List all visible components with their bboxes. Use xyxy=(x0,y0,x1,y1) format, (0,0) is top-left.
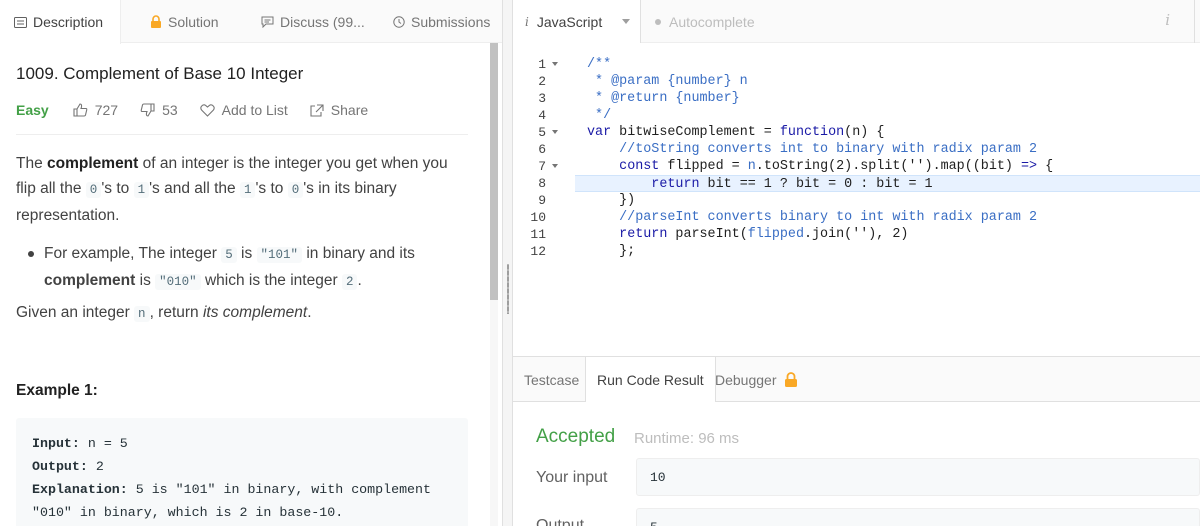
thumbs-down-icon xyxy=(140,103,155,117)
your-input-label: Your input xyxy=(536,469,608,486)
line-number: 3 xyxy=(538,91,546,106)
like-count: 727 xyxy=(94,102,119,118)
example-block: Input: n = 5 Output: 2 Explanation: 5 is… xyxy=(16,418,468,526)
autocomplete-label: Autocomplete xyxy=(669,13,755,30)
problem-description: 1009. Complement of Base 10 Integer Easy… xyxy=(0,43,490,526)
fold-arrow-icon[interactable] xyxy=(552,164,558,168)
code-lines[interactable]: /** * @param {number} n * @return {numbe… xyxy=(575,56,1200,260)
toolbar-divider xyxy=(1194,0,1200,43)
line-number: 11 xyxy=(530,227,546,242)
lock-icon xyxy=(150,15,162,28)
share-icon xyxy=(310,103,324,117)
tab-testcase-label: Testcase xyxy=(524,371,580,388)
problem-pane: Description Solution Discuss (99... Subm… xyxy=(0,0,502,526)
chevron-down-icon xyxy=(622,19,630,24)
code-line[interactable]: //parseInt converts binary to int with r… xyxy=(587,209,1200,226)
line-number: 9 xyxy=(538,193,546,208)
heart-icon xyxy=(199,103,215,117)
info-button-icon[interactable]: i xyxy=(1165,11,1170,29)
code-line[interactable]: /** xyxy=(587,56,1200,73)
code-line[interactable]: return parseInt(flipped.join(''), 2) xyxy=(587,226,1200,243)
output-label: Output xyxy=(536,517,585,526)
lock-icon xyxy=(784,372,798,387)
tab-submissions[interactable]: Submissions xyxy=(393,0,490,43)
problem-meta: Easy 727 53 Add to List Share xyxy=(16,100,390,120)
code-line[interactable]: return bit == 1 ? bit = 0 : bit = 1 xyxy=(575,175,1200,192)
line-number: 2 xyxy=(538,74,546,89)
description-scrollbar-thumb[interactable] xyxy=(490,43,498,300)
language-select[interactable]: i JavaScript xyxy=(513,0,641,43)
line-number: 12 xyxy=(530,244,546,259)
code-line[interactable]: //toString converts int to binary with r… xyxy=(587,141,1200,158)
clock-icon xyxy=(393,15,405,28)
like-button[interactable]: 727 xyxy=(73,102,118,118)
discuss-icon xyxy=(261,16,274,28)
line-number: 5 xyxy=(513,124,573,141)
tab-debugger[interactable]: Debugger xyxy=(704,357,809,402)
tab-description[interactable]: Description xyxy=(0,0,121,44)
fold-arrow-icon[interactable] xyxy=(552,130,558,134)
drag-handle-icon xyxy=(507,264,509,314)
autocomplete-toggle[interactable]: Autocomplete xyxy=(655,0,755,43)
run-result-panel: Accepted Runtime: 96 ms Your input 10 Ou… xyxy=(513,402,1200,526)
line-number: 8 xyxy=(538,176,546,191)
code-line[interactable]: * @param {number} n xyxy=(587,73,1200,90)
tab-discuss-label: Discuss (99... xyxy=(280,13,365,30)
code-line[interactable]: * @return {number} xyxy=(587,90,1200,107)
divider xyxy=(16,134,468,135)
line-number: 1 xyxy=(513,56,573,73)
dislike-count: 53 xyxy=(162,102,178,118)
result-status: Accepted xyxy=(536,426,616,447)
dislike-button[interactable]: 53 xyxy=(140,102,178,118)
line-number: 6 xyxy=(538,142,546,157)
code-line[interactable]: */ xyxy=(587,107,1200,124)
description-icon xyxy=(14,16,27,28)
tab-discuss[interactable]: Discuss (99... xyxy=(261,0,365,43)
fold-arrow-icon[interactable] xyxy=(552,62,558,66)
toggle-dot-icon xyxy=(655,18,661,25)
description-paragraph-2: Given an integer n, return its complemen… xyxy=(16,304,312,322)
difficulty-badge: Easy xyxy=(16,102,49,118)
line-number: 7 xyxy=(513,158,573,175)
pane-splitter[interactable] xyxy=(502,0,513,526)
tab-debugger-label: Debugger xyxy=(715,371,777,388)
share-label: Share xyxy=(330,102,369,118)
editor-toolbar: i JavaScript Autocomplete i xyxy=(513,0,1200,43)
problem-title: 1009. Complement of Base 10 Integer xyxy=(16,64,304,83)
example-heading: Example 1: xyxy=(16,382,98,399)
tab-run-code-result[interactable]: Run Code Result xyxy=(585,357,716,403)
output-value[interactable]: 5 xyxy=(636,508,1200,526)
tab-solution-label: Solution xyxy=(168,13,219,30)
description-bullet: For example, The integer 5 is "101" in b… xyxy=(28,241,452,295)
editor-pane: i JavaScript Autocomplete i 1 2 3 4 5 6 7 8 9 10 1… xyxy=(513,0,1200,526)
your-input-value[interactable]: 10 xyxy=(636,458,1200,496)
info-icon: i xyxy=(525,14,529,29)
add-to-list-label: Add to List xyxy=(221,102,288,118)
tab-testcase[interactable]: Testcase xyxy=(513,357,590,402)
language-label: JavaScript xyxy=(536,13,603,30)
line-number: 4 xyxy=(538,108,546,123)
tab-submissions-label: Submissions xyxy=(411,13,491,30)
tab-run-code-result-label: Run Code Result xyxy=(597,372,704,388)
tab-description-label: Description xyxy=(33,14,104,30)
thumbs-up-icon xyxy=(73,103,88,117)
description-paragraph-1: The complement of an integer is the inte… xyxy=(16,155,448,224)
line-number-gutter: 1 2 3 4 5 6 7 8 9 10 11 12 xyxy=(513,56,573,260)
code-line[interactable]: const flipped = n.toString(2).split('').… xyxy=(587,158,1200,175)
line-number: 10 xyxy=(530,210,546,225)
result-runtime: Runtime: 96 ms xyxy=(634,430,740,447)
console-tabs: Testcase Run Code Result Debugger xyxy=(513,356,1200,403)
code-editor[interactable]: 1 2 3 4 5 6 7 8 9 10 11 12 /** * @param {number} n … xyxy=(513,44,1200,355)
add-to-list-button[interactable]: Add to List xyxy=(199,102,288,118)
tab-solution[interactable]: Solution xyxy=(150,0,219,43)
bullet-dot xyxy=(28,251,34,257)
code-line[interactable]: var bitwiseComplement = function(n) { xyxy=(587,124,1200,141)
share-button[interactable]: Share xyxy=(310,102,368,118)
code-line[interactable]: }; xyxy=(587,243,1200,260)
problem-tabs: Description Solution Discuss (99... Subm… xyxy=(0,0,502,44)
code-line[interactable]: }) xyxy=(587,192,1200,209)
